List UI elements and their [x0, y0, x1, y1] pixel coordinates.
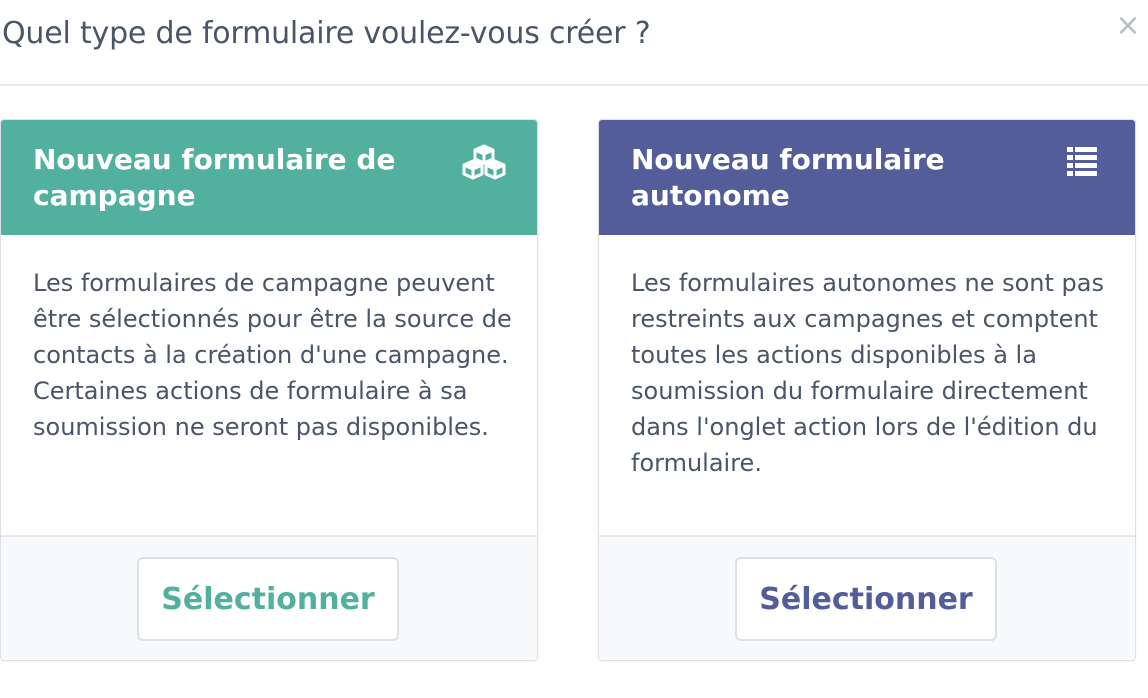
- select-standalone-form-button[interactable]: Sélectionner: [735, 557, 997, 641]
- standalone-card-body: Les formulaires autonomes ne sont pas re…: [599, 235, 1135, 535]
- campaign-card-description: Les formulaires de campagne peuvent être…: [33, 269, 512, 441]
- campaign-card-title: Nouveau formulaire de campagne: [33, 143, 396, 212]
- form-type-modal: Quel type de formulaire voulez-vous crée…: [0, 0, 1148, 698]
- campaign-card-body: Les formulaires de campagne peuvent être…: [1, 235, 537, 535]
- close-button[interactable]: ×: [1114, 11, 1142, 41]
- campaign-card-header: Nouveau formulaire de campagne: [1, 120, 537, 235]
- cubes-icon: [461, 144, 507, 180]
- campaign-form-card: Nouveau formulaire de campagne Les formu…: [0, 119, 538, 661]
- standalone-card-header: Nouveau formulaire autonome: [599, 120, 1135, 235]
- standalone-card-description: Les formulaires autonomes ne sont pas re…: [631, 269, 1104, 477]
- standalone-card-footer: Sélectionner: [599, 535, 1135, 660]
- select-campaign-form-button[interactable]: Sélectionner: [137, 557, 399, 641]
- modal-title: Quel type de formulaire voulez-vous crée…: [2, 16, 651, 51]
- campaign-card-footer: Sélectionner: [1, 535, 537, 660]
- standalone-card-title: Nouveau formulaire autonome: [631, 143, 945, 212]
- list-icon: [1059, 144, 1105, 180]
- standalone-form-card: Nouveau formulaire autonome Les formulai…: [598, 119, 1136, 661]
- modal-header: Quel type de formulaire voulez-vous crée…: [0, 0, 1148, 86]
